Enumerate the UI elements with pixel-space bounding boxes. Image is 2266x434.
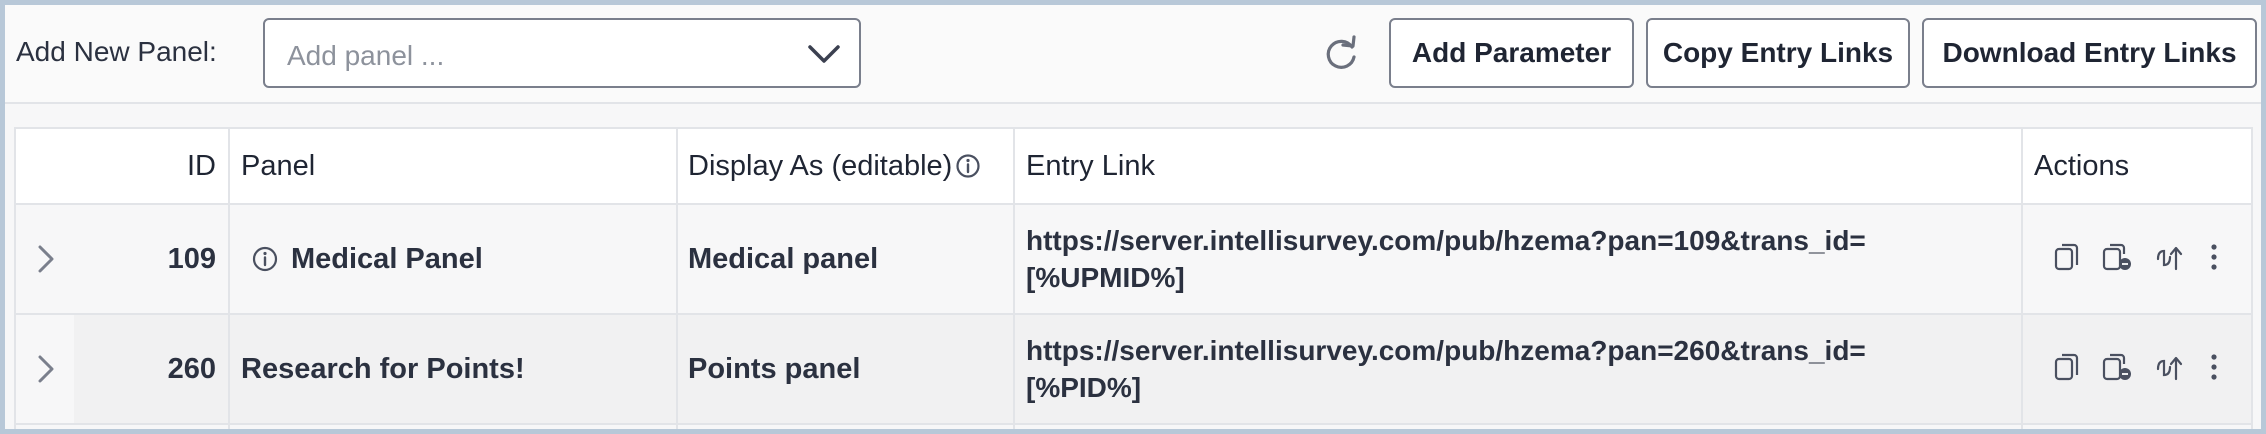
table-row-partial xyxy=(16,425,2251,429)
download-entry-links-button[interactable]: Download Entry Links xyxy=(1922,18,2257,88)
row-actions xyxy=(2038,239,2238,279)
entry-link-cell: https://server.intellisurvey.com/pub/hze… xyxy=(1026,205,2016,313)
entry-link-cell: https://server.intellisurvey.com/pub/hze… xyxy=(1026,315,2016,423)
add-panel-select[interactable]: Add panel ... xyxy=(263,18,861,88)
table-header-row: ID Panel Display As (editable) Entry Lin… xyxy=(16,129,2251,205)
column-divider xyxy=(228,425,230,429)
column-divider xyxy=(228,315,230,423)
app-window: Add New Panel: Add panel ... Add Paramet… xyxy=(0,0,2266,434)
entry-link-text[interactable]: https://server.intellisurvey.com/pub/hze… xyxy=(1026,332,1866,369)
add-panel-placeholder: Add panel ... xyxy=(287,40,445,71)
column-divider xyxy=(2021,129,2023,203)
column-divider xyxy=(1013,425,1015,429)
column-header-display-as: Display As (editable) xyxy=(688,129,1018,203)
column-divider xyxy=(2021,425,2023,429)
panels-table: ID Panel Display As (editable) Entry Lin… xyxy=(14,127,2253,429)
copy-entry-links-button[interactable]: Copy Entry Links xyxy=(1646,18,1910,88)
display-as-value[interactable]: Points panel xyxy=(688,315,1008,423)
column-header-id: ID xyxy=(187,149,216,182)
copy-icon[interactable] xyxy=(2052,349,2084,385)
add-new-panel-label: Add New Panel: xyxy=(16,36,217,67)
info-circle-icon[interactable] xyxy=(955,153,981,179)
display-as-value[interactable]: Medical panel xyxy=(688,205,1008,313)
table-row[interactable]: 260 Research for Points! Points panel ht… xyxy=(16,315,2251,425)
column-divider xyxy=(676,425,678,429)
column-divider xyxy=(228,129,230,203)
add-parameter-button[interactable]: Add Parameter xyxy=(1389,18,1634,88)
column-divider xyxy=(676,205,678,313)
panel-name: Research for Points! xyxy=(241,352,525,385)
copy-icon[interactable] xyxy=(2052,239,2084,275)
column-divider xyxy=(2021,205,2023,313)
column-divider xyxy=(676,315,678,423)
column-divider xyxy=(1013,315,1015,423)
entry-link-text-continued[interactable]: [%PID%] xyxy=(1026,369,1141,406)
panel-toolbar: Add New Panel: Add panel ... Add Paramet… xyxy=(5,5,2261,104)
more-vertical-icon[interactable] xyxy=(2206,349,2222,385)
chevron-down-icon xyxy=(808,45,840,63)
more-vertical-icon[interactable] xyxy=(2206,239,2222,275)
row-actions xyxy=(2038,349,2238,389)
table-row[interactable]: 109 Medical Panel Medical panel https://… xyxy=(16,205,2251,315)
panel-id: 260 xyxy=(167,352,216,385)
refresh-icon[interactable] xyxy=(1321,35,1361,75)
copy-link-icon[interactable] xyxy=(2100,239,2136,275)
copy-link-icon[interactable] xyxy=(2100,349,2136,385)
column-divider xyxy=(1013,205,1015,313)
tracking-icon[interactable] xyxy=(2152,349,2186,385)
column-header-panel: Panel xyxy=(241,149,316,182)
column-divider xyxy=(1013,129,1015,203)
panel-name-cell: Medical Panel xyxy=(251,205,671,313)
column-divider xyxy=(676,129,678,203)
column-header-entry-link: Entry Link xyxy=(1026,149,1155,182)
entry-link-text[interactable]: https://server.intellisurvey.com/pub/hze… xyxy=(1026,222,1866,259)
info-circle-icon[interactable] xyxy=(251,245,279,273)
column-header-display-as-label: Display As (editable) xyxy=(688,149,953,182)
panel-name: Medical Panel xyxy=(291,242,483,275)
column-divider xyxy=(2021,315,2023,423)
panel-id: 109 xyxy=(167,242,216,275)
entry-link-text-continued[interactable]: [%UPMID%] xyxy=(1026,259,1185,296)
column-divider xyxy=(228,205,230,313)
column-header-actions: Actions xyxy=(2034,149,2130,182)
tracking-icon[interactable] xyxy=(2152,239,2186,275)
